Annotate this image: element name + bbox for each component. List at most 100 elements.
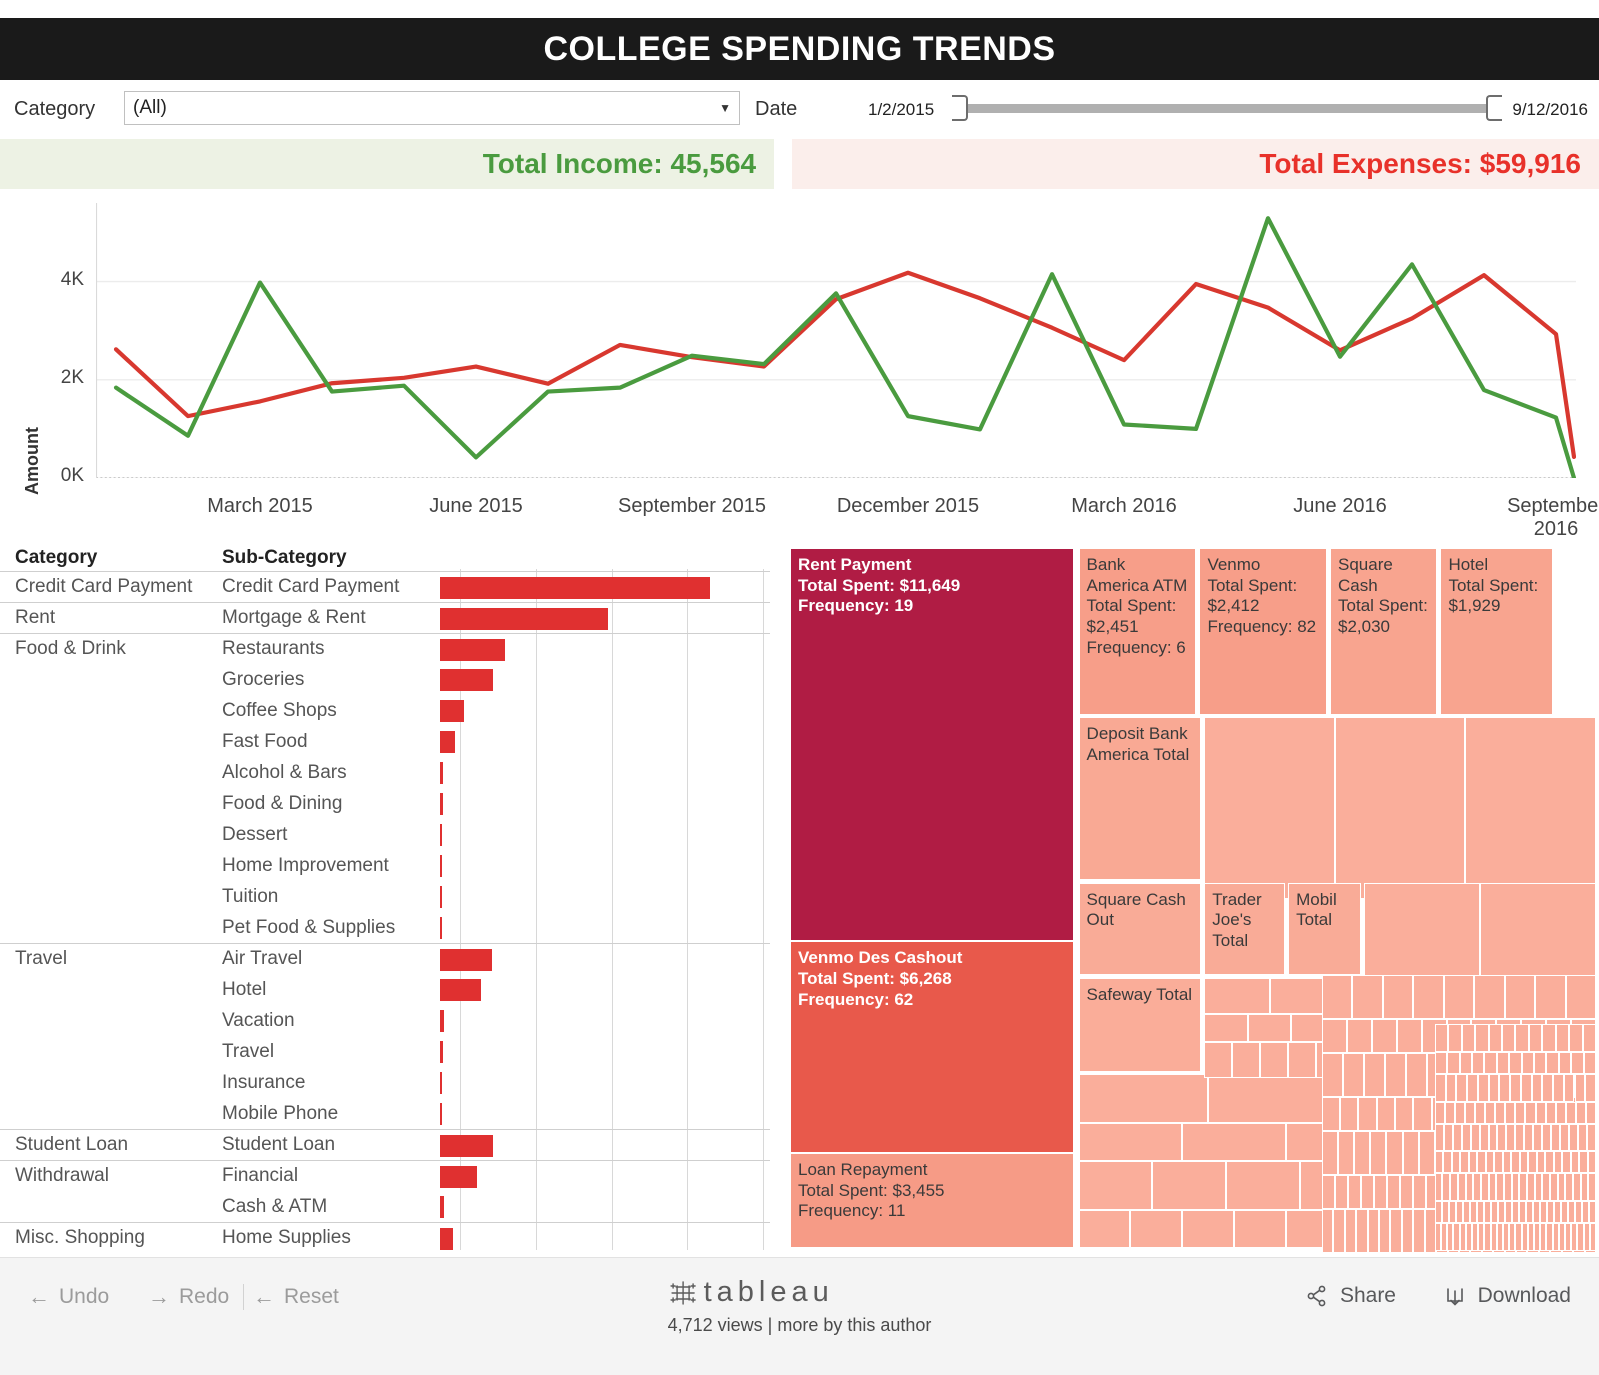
- treemap-tile[interactable]: [1476, 1201, 1484, 1224]
- treemap-tile[interactable]: [1501, 1024, 1516, 1052]
- treemap-tile[interactable]: [1511, 1151, 1520, 1174]
- treemap-tile[interactable]: [1334, 717, 1466, 900]
- treemap-tile[interactable]: [1385, 1053, 1407, 1097]
- treemap-tile[interactable]: [1479, 882, 1596, 987]
- treemap-tile[interactable]: [1340, 1096, 1359, 1131]
- treemap-tile[interactable]: [1587, 1123, 1596, 1152]
- treemap-tile[interactable]: [1335, 1174, 1349, 1209]
- treemap-tile[interactable]: [1562, 1151, 1571, 1174]
- treemap-tile[interactable]: [1469, 1201, 1477, 1224]
- treemap-tile[interactable]: [1484, 1051, 1497, 1074]
- treemap-tile[interactable]: [1565, 975, 1596, 1019]
- treemap-tile[interactable]: [1434, 1151, 1444, 1174]
- treemap-tile[interactable]: [1465, 1101, 1476, 1124]
- treemap-tile[interactable]: [1434, 1173, 1443, 1202]
- treemap-tile[interactable]: [1450, 1173, 1458, 1202]
- date-slider-handle-right[interactable]: [1486, 95, 1502, 121]
- treemap-tile[interactable]: [1182, 1123, 1286, 1162]
- treemap-tile[interactable]: [1495, 1101, 1506, 1124]
- treemap-tile[interactable]: [1549, 1173, 1558, 1202]
- treemap-tile[interactable]: [1457, 1173, 1466, 1202]
- treemap-tile[interactable]: [1418, 1131, 1435, 1175]
- treemap-tile[interactable]: [1497, 1201, 1505, 1224]
- treemap-tile[interactable]: [1506, 1123, 1516, 1152]
- treemap-tile[interactable]: [1545, 1101, 1556, 1124]
- treemap-tile[interactable]: [1536, 1151, 1546, 1174]
- treemap-tile[interactable]: [1358, 1096, 1377, 1131]
- treemap-tile[interactable]: [1502, 1151, 1512, 1174]
- treemap-tile[interactable]: [1565, 1101, 1576, 1124]
- treemap-tile[interactable]: [1521, 1051, 1534, 1074]
- share-button[interactable]: Share: [1305, 1284, 1396, 1308]
- treemap-tile[interactable]: [1182, 1209, 1234, 1248]
- treemap-tile[interactable]: [1344, 1209, 1357, 1253]
- treemap-tile[interactable]: [1343, 1053, 1365, 1097]
- treemap-tile[interactable]: [1379, 1209, 1391, 1253]
- treemap-tile[interactable]: [1465, 717, 1596, 900]
- table-row[interactable]: Alcohol & Bars: [0, 757, 770, 788]
- treemap-tile-rent-payment[interactable]: Rent Payment Total Spent: $11,649 Frequenc…: [790, 548, 1074, 942]
- treemap-tile[interactable]: [1443, 1123, 1453, 1152]
- treemap-tile[interactable]: [1474, 975, 1505, 1019]
- treemap-tile[interactable]: [1504, 975, 1536, 1019]
- treemap-tile[interactable]: [1475, 1101, 1486, 1124]
- treemap-tile[interactable]: [1465, 1173, 1474, 1202]
- value-bar[interactable]: [440, 979, 482, 1001]
- treemap-tile[interactable]: [1473, 1173, 1481, 1202]
- treemap-tile[interactable]: [1551, 1123, 1561, 1152]
- value-bar[interactable]: [440, 1134, 493, 1157]
- treemap-tile[interactable]: [1563, 1073, 1575, 1102]
- treemap-tile[interactable]: [1532, 1201, 1540, 1224]
- treemap-tile[interactable]: [1496, 1051, 1510, 1074]
- treemap-tile[interactable]: [1452, 1123, 1462, 1152]
- treemap-tile[interactable]: [1402, 1131, 1419, 1175]
- treemap-tile[interactable]: [1545, 1151, 1554, 1174]
- value-bar[interactable]: [440, 886, 442, 908]
- treemap-tile[interactable]: [1321, 1096, 1341, 1131]
- treemap-tile[interactable]: [1526, 1173, 1535, 1202]
- table-row[interactable]: Rent Mortgage & Rent: [0, 602, 770, 633]
- treemap-tile[interactable]: [1542, 1024, 1556, 1052]
- value-bar[interactable]: [440, 1196, 444, 1218]
- treemap-tile[interactable]: [1390, 1209, 1402, 1253]
- treemap-tile[interactable]: [1555, 1101, 1566, 1124]
- treemap-tile[interactable]: [1386, 1131, 1403, 1175]
- treemap-tile[interactable]: [1488, 1173, 1497, 1202]
- treemap-tile[interactable]: [1364, 1053, 1386, 1097]
- treemap-tile[interactable]: [1535, 975, 1566, 1019]
- treemap-tile[interactable]: [1477, 1073, 1489, 1102]
- treemap-tile[interactable]: [1519, 1173, 1527, 1202]
- treemap-tile[interactable]: [1443, 1151, 1452, 1174]
- treemap-tile[interactable]: [1578, 1123, 1588, 1152]
- treemap-tile[interactable]: [1583, 1051, 1596, 1074]
- treemap-tile[interactable]: [1401, 1209, 1414, 1253]
- treemap-tile[interactable]: [1338, 1131, 1355, 1175]
- treemap-tile[interactable]: [1434, 1073, 1446, 1102]
- treemap-tile[interactable]: [1528, 1024, 1543, 1052]
- table-row[interactable]: Home Improvement: [0, 850, 770, 881]
- treemap-tile[interactable]: [1459, 1051, 1472, 1074]
- treemap-tile[interactable]: [1570, 1151, 1580, 1174]
- treemap-tile[interactable]: [1395, 1096, 1414, 1131]
- treemap-tile[interactable]: [1475, 1024, 1489, 1052]
- table-row[interactable]: Dessert: [0, 819, 770, 850]
- treemap-tile[interactable]: [1152, 1161, 1227, 1210]
- treemap-tile[interactable]: [1499, 1073, 1510, 1102]
- treemap-tile[interactable]: [1333, 1209, 1345, 1253]
- treemap-tile[interactable]: [1207, 1074, 1338, 1123]
- treemap-tile[interactable]: [1557, 1173, 1566, 1202]
- treemap-tile[interactable]: [1413, 975, 1444, 1019]
- table-row[interactable]: Hotel: [0, 974, 770, 1005]
- treemap-tile[interactable]: [1504, 1201, 1512, 1224]
- treemap-tile[interactable]: [1370, 1131, 1387, 1175]
- treemap-tile[interactable]: [1531, 1073, 1543, 1102]
- value-bar[interactable]: [440, 855, 442, 877]
- treemap-tile[interactable]: [1488, 1123, 1498, 1152]
- value-bar[interactable]: [440, 1041, 443, 1063]
- table-row[interactable]: Insurance: [0, 1067, 770, 1098]
- treemap-tile[interactable]: [1356, 1209, 1368, 1253]
- treemap-tile[interactable]: [1569, 1123, 1579, 1152]
- treemap-tile[interactable]: [1461, 1024, 1476, 1052]
- treemap-tile[interactable]: [1510, 1073, 1521, 1102]
- treemap-tile[interactable]: [1374, 1174, 1388, 1209]
